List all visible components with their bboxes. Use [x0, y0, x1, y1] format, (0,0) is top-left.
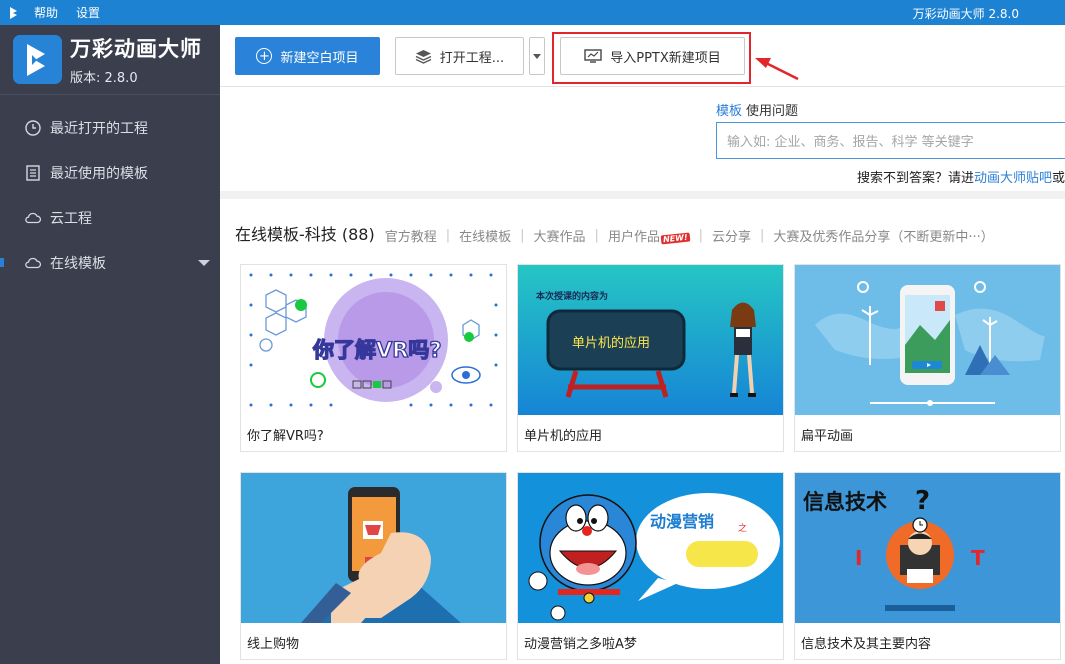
classroom-illustration: 本次授课的内容为 单片机的应用: [518, 265, 783, 415]
divider: [220, 191, 1065, 199]
link-separator: |: [760, 228, 765, 243]
link-label: 用户作品: [607, 230, 660, 245]
thumb-title: 单片机的应用: [572, 335, 650, 351]
thumb-letter-t: T: [971, 546, 985, 570]
sidebar-item-label: 最近打开的工程: [50, 120, 148, 137]
search-area: 模板 使用问题 输入如: 企业、商务、报告、科学 等关键字 搜索不到答案？请进动画…: [220, 87, 1065, 191]
sidebar-item-label: 在线模板: [50, 255, 106, 272]
template-title: 信息技术及其主要内容: [801, 637, 932, 652]
it-illustration: 信息技术 ? I T: [795, 473, 1060, 623]
thumb-small-text: 之: [738, 522, 747, 534]
sidebar-item-recent-templates[interactable]: 最近使用的模板: [0, 150, 220, 195]
chevron-down-icon: [533, 53, 541, 59]
toolbar: + 新建空白项目 打开工程... 导入PPTX新建项目: [220, 25, 1065, 87]
button-label: 新建空白项目: [280, 50, 359, 66]
thumb-title: 信息技术: [803, 490, 887, 514]
menu-settings[interactable]: 设置: [76, 4, 100, 21]
template-thumbnail: 本次授课的内容为 单片机的应用: [518, 265, 783, 415]
active-indicator: [0, 258, 4, 267]
new-blank-project-button[interactable]: + 新建空白项目: [235, 37, 380, 75]
section-title: 在线模板-科技 (88): [235, 225, 375, 244]
tab-templates[interactable]: 模板: [716, 104, 742, 119]
template-list-icon: [26, 164, 40, 181]
import-pptx-button[interactable]: 导入PPTX新建项目: [560, 37, 745, 75]
thumb-subtitle: 本次授课的内容为: [536, 290, 608, 302]
template-card[interactable]: 本次授课的内容为 单片机的应用 单片机的应用: [517, 264, 784, 452]
app-logo: [13, 35, 62, 84]
app-logo-icon: [10, 6, 17, 19]
app-name: 万彩动画大师: [70, 37, 202, 61]
open-project-dropdown[interactable]: [529, 37, 545, 75]
template-title: 线上购物: [247, 637, 300, 652]
template-thumbnail: [241, 473, 506, 623]
help-suffix: 或: [1051, 171, 1065, 186]
sidebar-item-cloud-projects[interactable]: 云工程: [0, 195, 220, 240]
app-version: 版本: 2.8.0: [70, 71, 138, 86]
sidebar-item-online-templates[interactable]: 在线模板: [0, 240, 220, 285]
link-contest-works[interactable]: 大赛作品: [534, 226, 586, 245]
new-badge: NEW!: [660, 232, 690, 245]
cloud-icon: [25, 212, 42, 223]
template-thumbnail: 你了解VR吗?: [241, 265, 506, 415]
search-help-text: 搜索不到答案？请进动画大师贴吧或: [857, 167, 1065, 186]
button-label: 导入PPTX新建项目: [610, 50, 721, 66]
thumb-letter-i: I: [855, 546, 862, 570]
menu-help[interactable]: 帮助: [34, 4, 58, 21]
search-tabs: 模板 使用问题: [716, 100, 802, 119]
monitor-chart-icon: [584, 49, 602, 63]
template-thumbnail: 动漫营销 之: [518, 473, 783, 623]
chevron-down-icon[interactable]: [198, 260, 210, 266]
sidebar-item-label: 最近使用的模板: [50, 165, 148, 182]
cartoon-marketing-illustration: 动漫营销 之: [518, 473, 783, 623]
top-menu-bar: 帮助 设置 万彩动画大师 2.8.0: [0, 0, 1065, 25]
link-user-works[interactable]: 用户作品 NEW!: [608, 226, 690, 245]
flat-phone-illustration: [795, 265, 1060, 415]
link-online-templates[interactable]: 在线模板: [459, 226, 511, 245]
shopping-phone-illustration: [241, 473, 506, 623]
template-thumbnail: [795, 265, 1060, 415]
thumb-title: 动漫营销: [650, 512, 714, 531]
link-separator: |: [698, 228, 703, 243]
open-project-button[interactable]: 打开工程...: [395, 37, 524, 75]
brand-header: 万彩动画大师 版本: 2.8.0: [0, 25, 220, 95]
plus-circle-icon: +: [256, 48, 273, 64]
template-card[interactable]: 你了解VR吗? 你了解VR吗?: [240, 264, 507, 452]
window-title: 万彩动画大师 2.8.0: [912, 7, 1019, 21]
template-card[interactable]: 线上购物: [240, 472, 507, 660]
link-cloud-share[interactable]: 云分享: [712, 226, 751, 245]
template-title: 你了解VR吗?: [247, 429, 324, 444]
sidebar: 万彩动画大师 版本: 2.8.0 最近打开的工程 最近使用的模板 云工程 在线模…: [0, 25, 220, 664]
question-mark-icon: ?: [915, 486, 930, 516]
clock-icon: [25, 119, 41, 136]
layers-icon: [415, 49, 432, 64]
app-logo-icon: [26, 43, 45, 76]
link-contest-sharing[interactable]: 大赛及优秀作品分享（不断更新中···）: [773, 226, 993, 245]
cloud-icon: [25, 257, 42, 268]
thumb-title: 你了解VR吗?: [312, 338, 442, 362]
forum-link[interactable]: 动画大师贴吧: [974, 171, 1052, 186]
template-card[interactable]: 信息技术 ? I T 信息技术及其主要内容: [794, 472, 1061, 660]
vr-illustration: 你了解VR吗?: [249, 273, 498, 407]
main-panel: + 新建空白项目 打开工程... 导入PPTX新建项目 模板 使用问题 输入如:…: [220, 25, 1065, 664]
template-title: 动漫营销之多啦A梦: [524, 637, 637, 652]
template-section-header: 在线模板-科技 (88) 官方教程 | 在线模板 | 大赛作品 | 用户作品 NE…: [220, 199, 1065, 255]
template-card[interactable]: 动漫营销 之 动漫营销之多啦A梦: [517, 472, 784, 660]
search-input[interactable]: 输入如: 企业、商务、报告、科学 等关键字: [716, 122, 1065, 159]
link-separator: |: [445, 228, 451, 243]
template-card[interactable]: 扁平动画: [794, 264, 1061, 452]
sidebar-item-label: 云工程: [50, 210, 92, 227]
link-separator: |: [594, 228, 599, 243]
button-label: 打开工程...: [439, 50, 505, 66]
help-prefix: 搜索不到答案？请进: [856, 171, 974, 186]
template-thumbnail: 信息技术 ? I T: [795, 473, 1060, 623]
template-title: 扁平动画: [801, 429, 854, 444]
sidebar-item-recent-projects[interactable]: 最近打开的工程: [0, 105, 220, 150]
category-links: 官方教程 | 在线模板 | 大赛作品 | 用户作品 NEW! | 云分享 | 大赛…: [385, 226, 994, 245]
red-arrow-annotation-icon: [755, 58, 799, 81]
link-separator: |: [520, 228, 525, 243]
link-official-tutorials[interactable]: 官方教程: [385, 226, 437, 245]
template-title: 单片机的应用: [524, 429, 603, 444]
tab-usage-questions[interactable]: 使用问题: [746, 104, 798, 119]
